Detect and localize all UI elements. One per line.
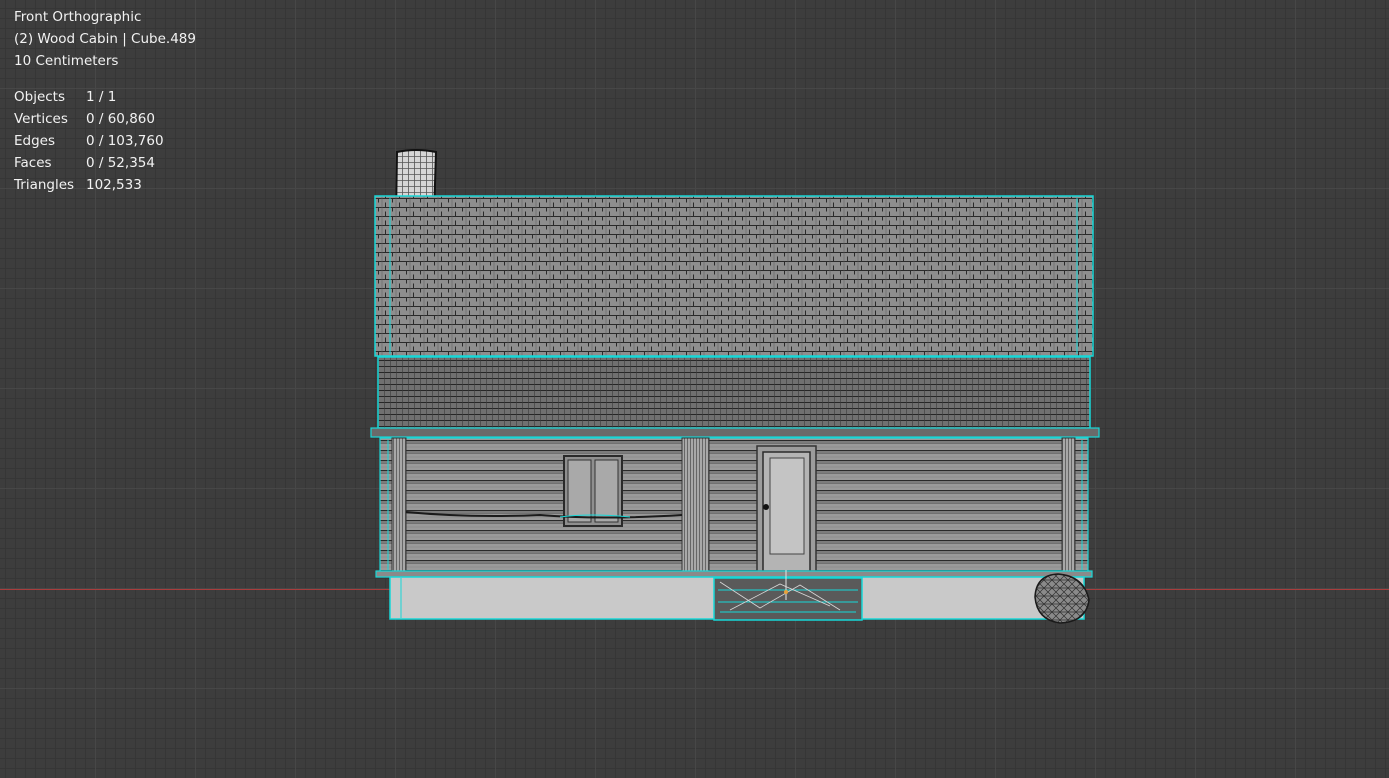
door-knob	[763, 504, 769, 510]
porch-post-left	[391, 437, 407, 572]
porch-post-middle	[681, 437, 710, 572]
log-wall	[379, 437, 1089, 572]
porch-roof	[370, 356, 1100, 438]
roof-shingles	[374, 195, 1094, 357]
cabin-wireframe-model[interactable]	[0, 0, 1389, 778]
cabin-door	[756, 445, 817, 572]
porch-post-right	[1061, 437, 1076, 572]
porch-steps	[713, 570, 863, 621]
